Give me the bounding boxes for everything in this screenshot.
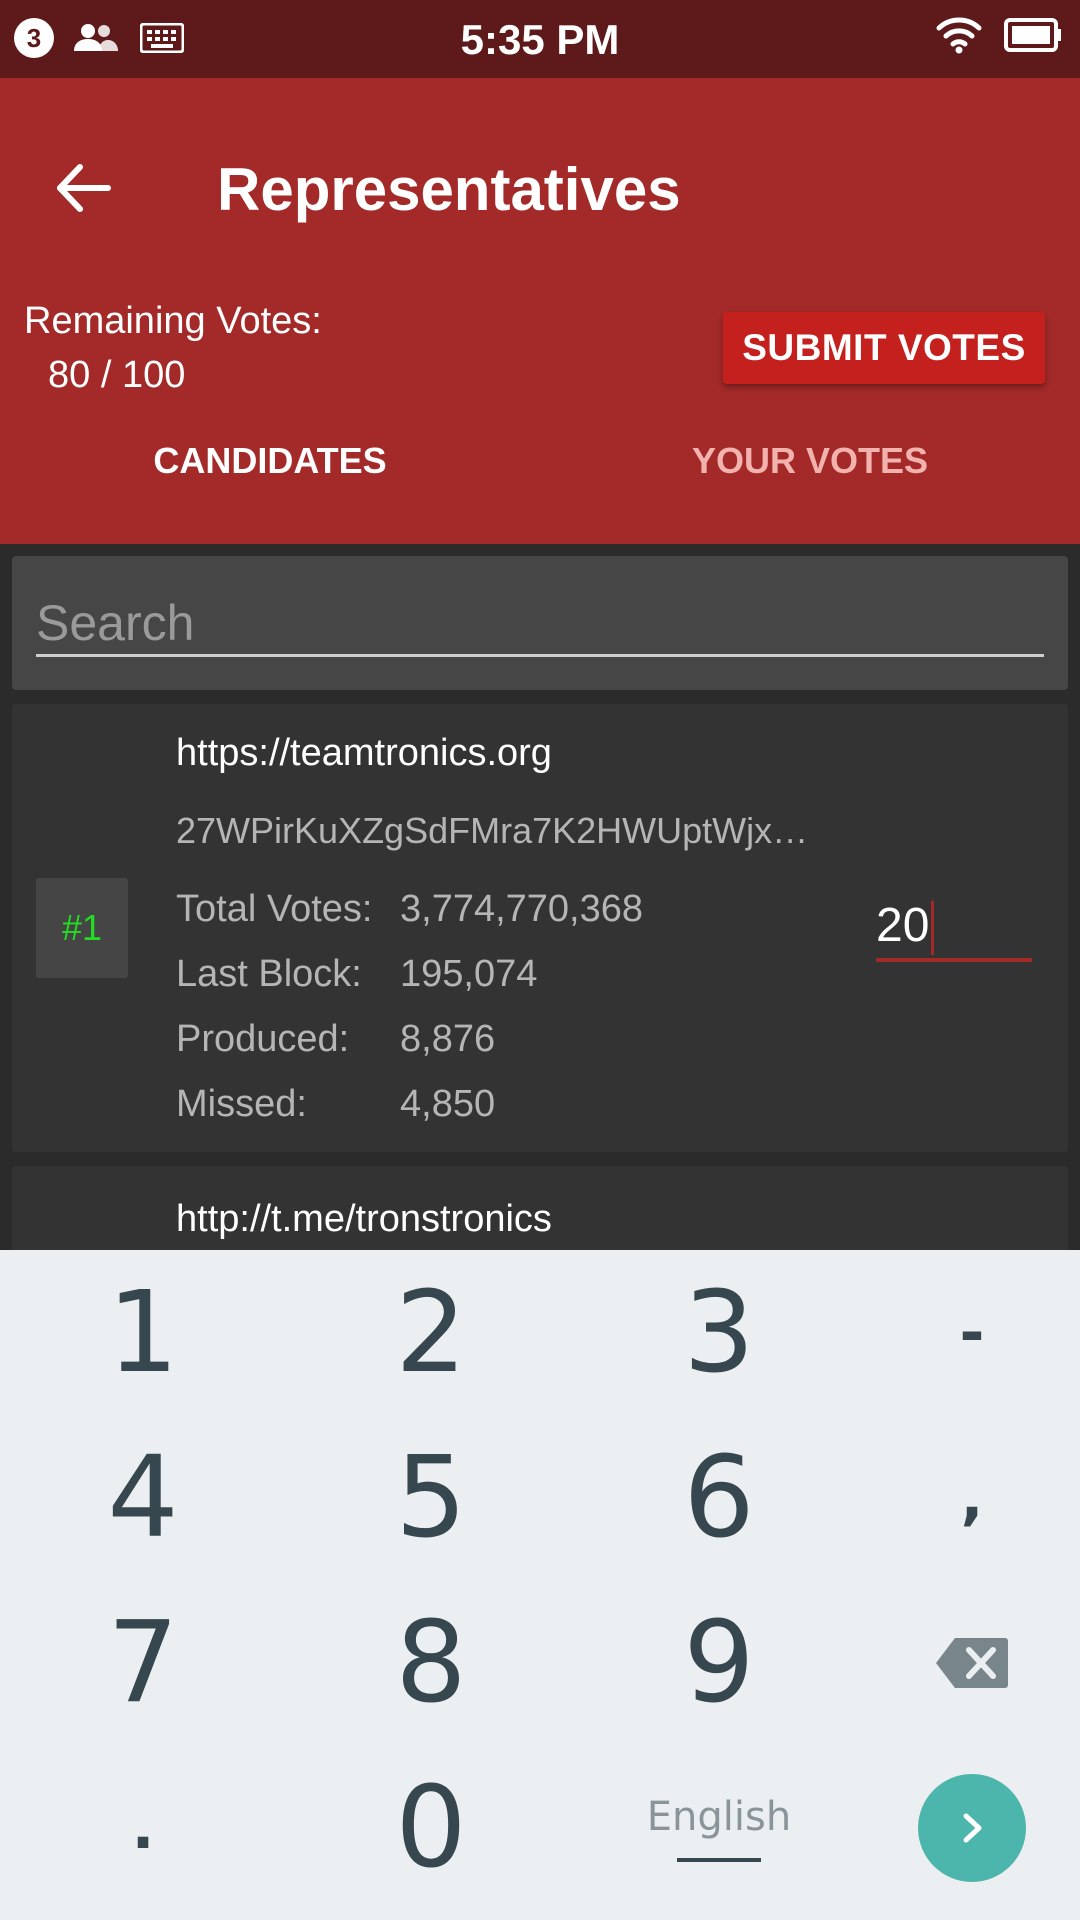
key-1[interactable]: 1 (8, 1250, 278, 1415)
back-button[interactable] (50, 153, 120, 223)
key-period[interactable]: . (8, 1745, 278, 1910)
language-label: English (646, 1793, 792, 1840)
produced-label: Produced: (176, 1018, 350, 1060)
backspace-icon (936, 1637, 1008, 1688)
numeric-keyboard: 1 2 3 - 4 5 6 , 7 8 9 . 0 English (0, 1250, 1080, 1920)
language-underline (677, 1857, 761, 1862)
key-2[interactable]: 2 (296, 1250, 566, 1415)
candidate-url: https://teamtronics.org (176, 732, 552, 774)
go-button[interactable] (918, 1773, 1026, 1882)
key-4[interactable]: 4 (8, 1415, 278, 1580)
total-votes-label: Total Votes: (176, 888, 373, 930)
page-title: Representatives (217, 156, 681, 223)
key-0[interactable]: 0 (296, 1745, 566, 1910)
key-5[interactable]: 5 (296, 1415, 566, 1580)
vote-amount-value: 20 (876, 899, 930, 952)
candidate-card[interactable]: https://teamtronics.org 27WPirKuXZgSdFMr… (12, 704, 1068, 1152)
arrow-back-icon (57, 164, 111, 212)
chevron-right-icon (963, 1813, 982, 1842)
vote-amount-input[interactable]: 20 (876, 894, 1032, 962)
battery-icon (1004, 18, 1061, 52)
candidate-url: http://t.me/tronstronics (176, 1198, 552, 1240)
status-bar: 3 5:35 PM (0, 0, 1080, 78)
missed-label: Missed: (176, 1083, 307, 1125)
key-9[interactable]: 9 (584, 1580, 854, 1745)
wifi-icon (936, 17, 982, 54)
submit-votes-button[interactable]: SUBMIT VOTES (723, 312, 1045, 384)
search-input[interactable]: Search (36, 592, 1044, 657)
remaining-votes-label: Remaining Votes: (24, 300, 322, 342)
rank-badge: #1 (36, 878, 128, 978)
tab-candidates[interactable]: CANDIDATES (0, 440, 540, 482)
key-dash[interactable]: - (837, 1250, 1080, 1415)
key-6[interactable]: 6 (584, 1415, 854, 1580)
key-comma[interactable]: , (837, 1415, 1080, 1580)
app-bar: Representatives Remaining Votes: 80 / 10… (0, 78, 1080, 544)
text-caret (931, 901, 935, 956)
key-3[interactable]: 3 (584, 1250, 854, 1415)
last-block-value: 195,074 (400, 953, 538, 995)
key-8[interactable]: 8 (296, 1580, 566, 1745)
tab-your-votes[interactable]: YOUR VOTES (540, 440, 1080, 482)
last-block-label: Last Block: (176, 953, 362, 995)
produced-value: 8,876 (400, 1018, 496, 1060)
go-key[interactable] (837, 1745, 1080, 1910)
key-7[interactable]: 7 (8, 1580, 278, 1745)
remaining-votes-value: 80 / 100 (48, 354, 186, 396)
missed-value: 4,850 (400, 1083, 496, 1125)
search-card: Search (12, 556, 1068, 690)
backspace-key[interactable] (837, 1580, 1080, 1745)
status-time: 5:35 PM (460, 16, 620, 63)
language-key[interactable]: English (584, 1745, 854, 1910)
candidate-address: 27WPirKuXZgSdFMra7K2HWUptWjx… (176, 810, 809, 851)
total-votes-value: 3,774,770,368 (400, 888, 644, 930)
status-right-icons (936, 16, 1062, 54)
